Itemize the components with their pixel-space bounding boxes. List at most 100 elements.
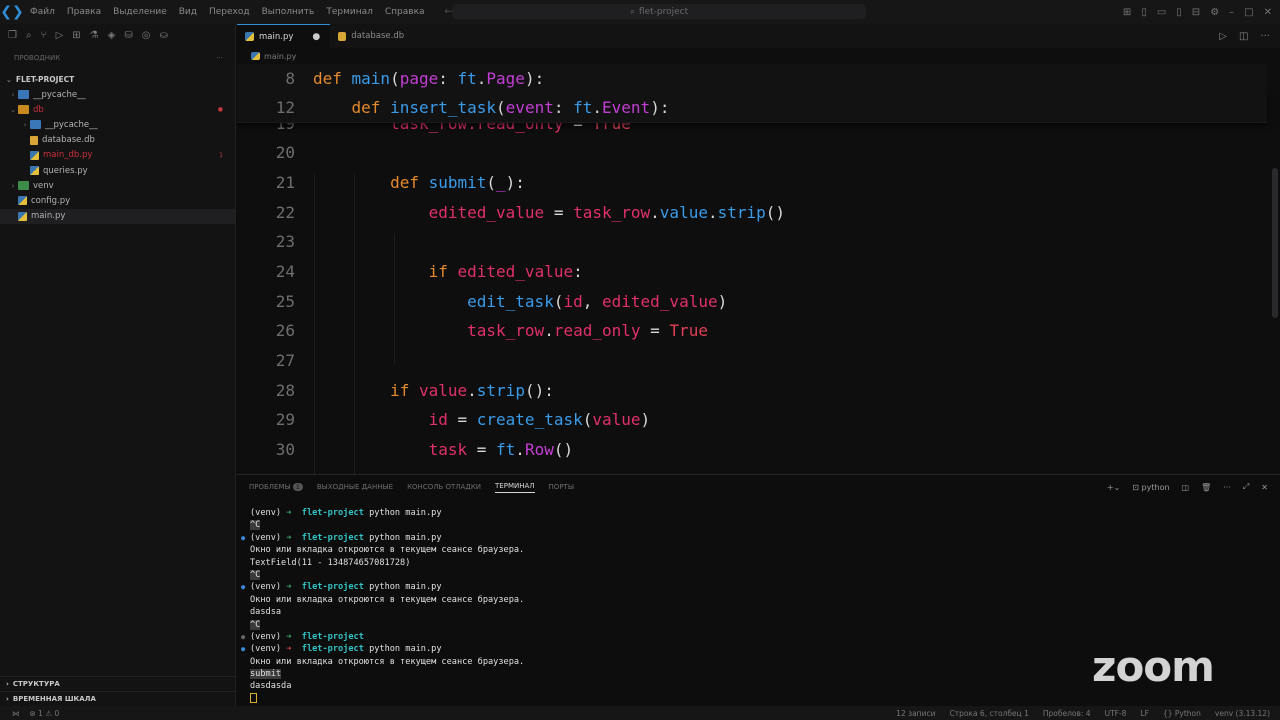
command-center-search[interactable]: ⌕ flet-project: [452, 4, 866, 19]
command-decoration-icon[interactable]: ●: [241, 581, 245, 593]
split-terminal-icon[interactable]: ◫: [1182, 483, 1190, 492]
menu-item[interactable]: Выделение: [107, 7, 173, 17]
code-line[interactable]: 12 def insert_task(event: ft.Event):: [237, 93, 1267, 123]
project-root[interactable]: ⌄ FLET-PROJECT: [0, 72, 235, 87]
split-editor-icon[interactable]: ◫: [1239, 31, 1248, 42]
code-line[interactable]: 25 edit_task(id, edited_value): [237, 286, 1267, 316]
panel-tab[interactable]: КОНСОЛЬ ОТЛАДКИ: [407, 483, 481, 491]
status-item[interactable]: LF: [1140, 709, 1149, 718]
terminal-line: [237, 693, 1280, 705]
accounts-icon[interactable]: ◎: [142, 30, 151, 41]
file-tree-item[interactable]: database.db: [0, 133, 235, 148]
trash-icon[interactable]: 🗑: [1201, 483, 1211, 492]
editor-scrollbar[interactable]: [1272, 168, 1278, 318]
toggle-secondary-sidebar-icon[interactable]: ▯: [1176, 7, 1182, 18]
code-line[interactable]: 23: [237, 226, 1267, 256]
file-tree-item[interactable]: main.py: [0, 208, 235, 224]
line-number: 22: [275, 202, 295, 222]
menu-item[interactable]: Справка: [379, 7, 431, 17]
more-actions-icon[interactable]: ···: [216, 54, 223, 68]
source-control-icon[interactable]: ⑂: [41, 30, 47, 41]
toggle-panel-icon[interactable]: ▭: [1157, 7, 1166, 18]
more-actions-icon[interactable]: ···: [1260, 31, 1270, 42]
problems-indicator[interactable]: ⊗ 1 ⚠ 0: [30, 709, 60, 718]
command-decoration-icon[interactable]: ●: [241, 532, 245, 544]
tab-main-py[interactable]: main.py ●: [237, 24, 331, 48]
panel-tab[interactable]: ПОРТЫ: [549, 483, 574, 491]
menu-item[interactable]: Терминал: [320, 7, 379, 17]
database-file-icon: [338, 31, 347, 41]
code-line[interactable]: 27: [237, 345, 1267, 375]
file-tree-item[interactable]: › __pycache__: [0, 87, 235, 102]
command-decoration-icon[interactable]: ●: [241, 643, 245, 655]
settings-gear-icon[interactable]: ⚙: [1210, 7, 1219, 18]
explorer-icon[interactable]: ❐: [8, 30, 17, 41]
timeline-section[interactable]: › ВРЕМЕННАЯ ШКАЛА: [0, 691, 236, 706]
code-line[interactable]: 8 def main(page: ft.Page):: [237, 64, 1267, 94]
maximize-icon[interactable]: □: [1244, 7, 1253, 18]
status-item[interactable]: {} Python: [1163, 709, 1201, 718]
search-icon[interactable]: ⌕: [26, 30, 32, 41]
file-tree-label: queries.py: [43, 165, 88, 176]
python-file-icon: [30, 150, 39, 160]
panel-tab[interactable]: ТЕРМИНАЛ: [495, 482, 535, 493]
status-item[interactable]: Строка 6, столбец 1: [949, 709, 1028, 718]
more-actions-icon[interactable]: ···: [1223, 483, 1231, 492]
extensions-icon[interactable]: ⊞: [1123, 7, 1131, 18]
status-item[interactable]: UTF-8: [1105, 709, 1127, 718]
code-line[interactable]: 28 if value.strip():: [237, 375, 1267, 405]
maximize-panel-icon[interactable]: ⤢: [1243, 482, 1249, 492]
breadcrumb-file[interactable]: main.py: [264, 52, 296, 61]
code-token: main: [351, 69, 391, 88]
menu-item[interactable]: Правка: [61, 7, 107, 17]
code-line[interactable]: 20: [237, 137, 1267, 167]
unsaved-dot-icon[interactable]: ●: [312, 32, 320, 42]
code-line[interactable]: 29 id = create_task(value): [237, 404, 1267, 434]
menu-item[interactable]: Выполнить: [256, 7, 321, 17]
code-token: value: [418, 380, 468, 400]
back-arrow-icon[interactable]: ←: [445, 7, 453, 17]
tab-database-db[interactable]: database.db: [330, 24, 414, 48]
remote-indicator-icon[interactable]: ⋈: [12, 709, 20, 718]
code-line[interactable]: 26 task_row.read_only = True: [237, 315, 1267, 345]
new-terminal-icon[interactable]: +⌄: [1107, 483, 1120, 492]
minimize-icon[interactable]: –: [1229, 7, 1234, 18]
remote-icon[interactable]: ◈: [108, 30, 116, 41]
run-file-icon[interactable]: ▷: [1219, 31, 1227, 42]
customize-layout-icon[interactable]: ⊟: [1192, 7, 1200, 18]
extensions-icon[interactable]: ⊞: [72, 30, 80, 41]
file-tree-item[interactable]: ⌄ db ●: [0, 102, 235, 117]
status-item[interactable]: 12 записи: [896, 709, 935, 718]
database-icon[interactable]: ⛀: [159, 30, 167, 41]
docker-icon[interactable]: ⛁: [124, 30, 132, 41]
file-tree-item[interactable]: › venv: [0, 178, 235, 193]
line-number: 28: [275, 380, 295, 400]
file-tree-item[interactable]: config.py: [0, 193, 235, 208]
outline-section[interactable]: › СТРУКТУРА: [0, 676, 236, 691]
file-tree-item[interactable]: main_db.py 1: [0, 148, 235, 163]
file-tree-item[interactable]: queries.py: [0, 163, 235, 178]
close-icon[interactable]: ✕: [1264, 7, 1272, 18]
code-line[interactable]: 22 edited_value = task_row.value.strip(): [237, 197, 1267, 227]
panel-tab[interactable]: ПРОБЛЕМЫ 1: [249, 483, 303, 491]
terminal-shell-selector[interactable]: ⊡ python: [1132, 483, 1169, 492]
toggle-sidebar-icon[interactable]: ▯: [1141, 7, 1147, 18]
close-panel-icon[interactable]: ✕: [1261, 483, 1268, 492]
code-editor[interactable]: 19 task_row.read_only = True 20 21 def sub…: [237, 64, 1280, 474]
panel-tab[interactable]: ВЫХОДНЫЕ ДАННЫЕ: [317, 483, 393, 491]
code-line[interactable]: 21 def submit(_):: [237, 167, 1267, 197]
code-line[interactable]: 30 task = ft.Row(): [237, 434, 1267, 464]
menu-item[interactable]: Файл: [24, 7, 61, 17]
testing-icon[interactable]: ⚗: [90, 30, 99, 41]
status-item[interactable]: venv (3.13.12): [1215, 709, 1270, 718]
menu-item[interactable]: Вид: [173, 7, 203, 17]
code-token: ): [717, 291, 728, 311]
command-decoration-icon[interactable]: ●: [241, 631, 245, 643]
chevron-down-icon: ⌄: [6, 75, 12, 84]
code-line[interactable]: 24 if edited_value:: [237, 256, 1267, 286]
run-debug-icon[interactable]: ▷: [56, 30, 64, 41]
venv-prompt: (venv): [250, 532, 282, 543]
file-tree-item[interactable]: › __pycache__: [0, 117, 235, 132]
status-item[interactable]: Пробелов: 4: [1043, 709, 1091, 718]
menu-item[interactable]: Переход: [203, 7, 256, 17]
